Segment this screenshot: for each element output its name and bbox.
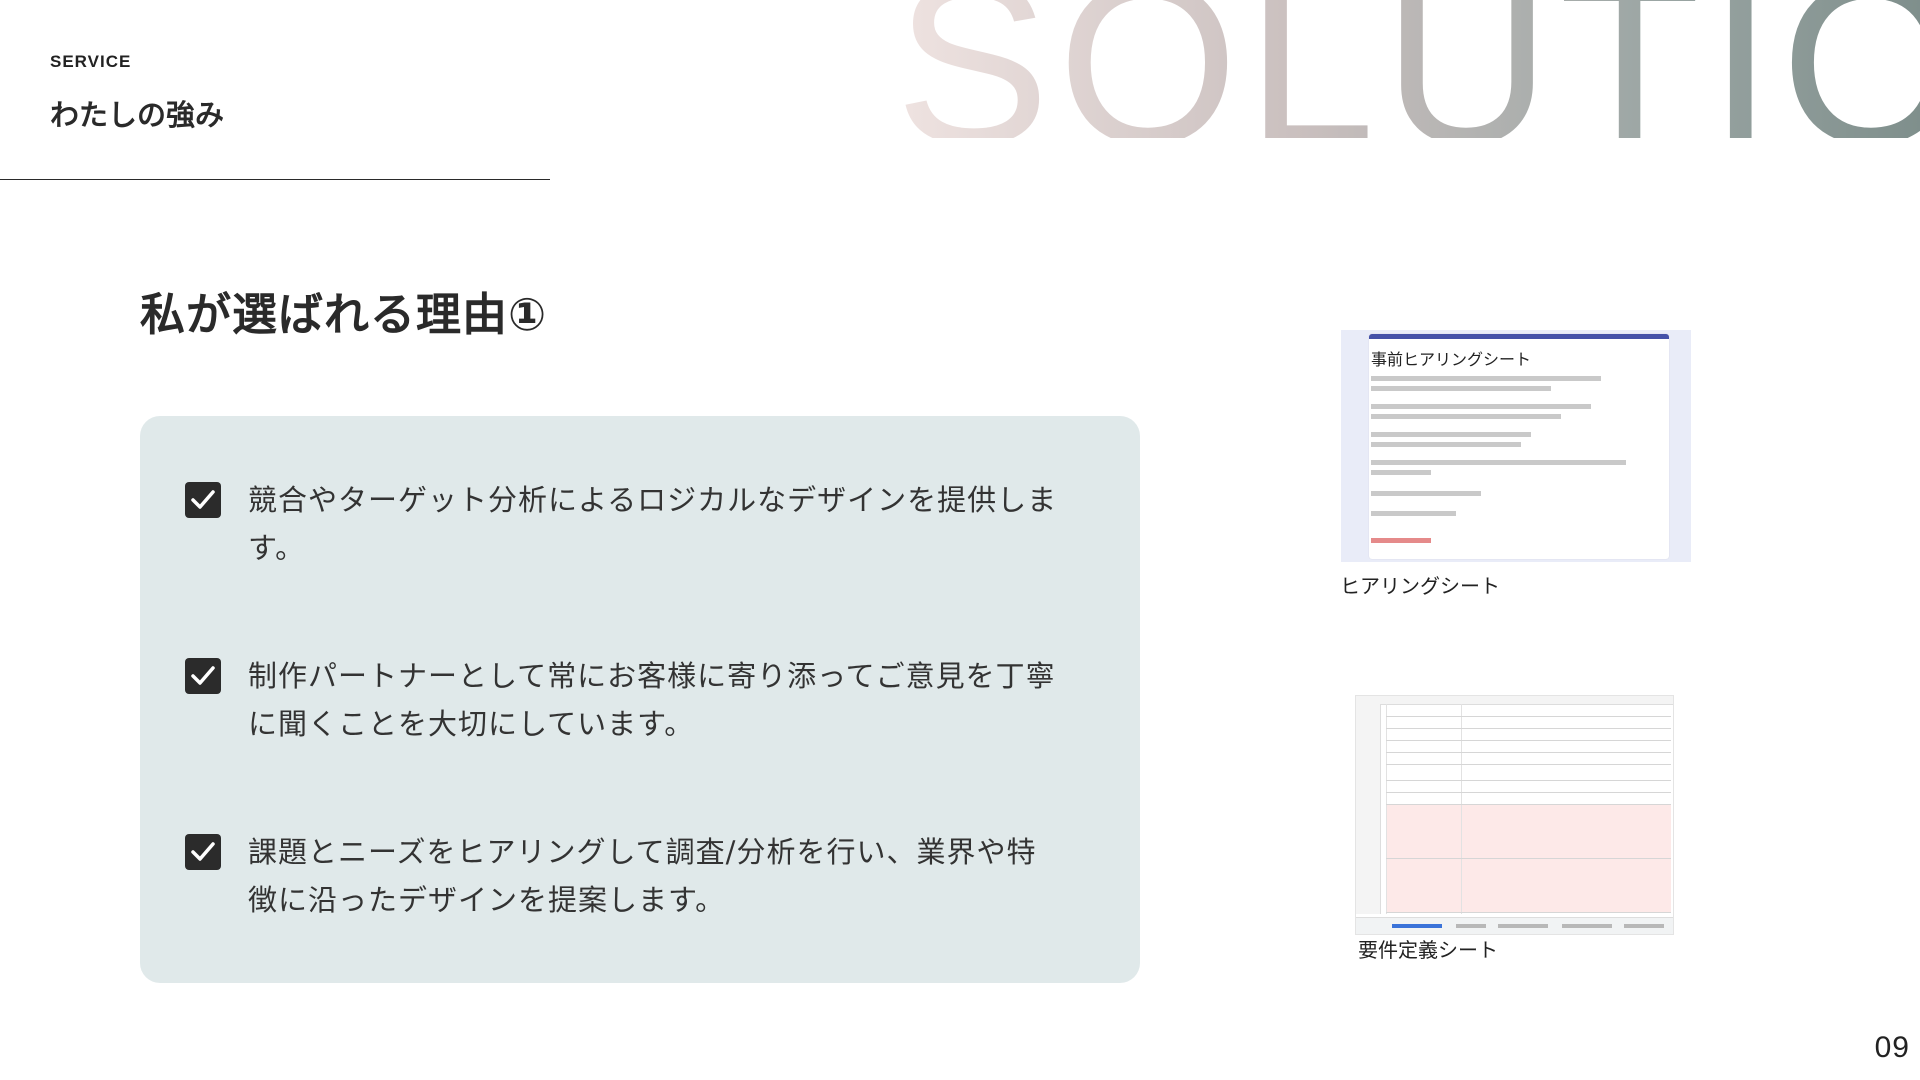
reasons-panel: 競合やターゲット分析によるロジカルなデザインを提供します。 制作パートナーとして… [140,416,1140,983]
spreadsheet-column-header [1356,696,1673,705]
reason-item: 制作パートナーとして常にお客様に寄り添ってご意見を丁寧に聞くことを大切にしていま… [185,652,1065,748]
checkbox-icon [185,834,221,870]
grid-row-line [1386,804,1671,805]
grid-row-line [1386,752,1671,753]
form-required-note [1371,538,1431,543]
reason-text: 制作パートナーとして常にお客様に寄り添ってご意見を丁寧に聞くことを大切にしていま… [248,659,1056,741]
hero-word-text: SOLUTION [895,0,1920,138]
header-divider [0,179,550,180]
grid-row-line [1386,858,1671,859]
grid-row-line [1386,764,1671,765]
grid-row-line [1386,740,1671,741]
spreadsheet-highlight [1386,804,1671,858]
grid-row-line [1386,792,1671,793]
sheet-tab [1562,924,1612,928]
checkbox-icon [185,482,221,518]
form-text-line [1371,491,1481,496]
grid-column-line [1461,704,1462,914]
sheet-tab [1498,924,1548,928]
hearing-sheet-caption: ヒアリングシート [1340,574,1500,598]
reason-text: 課題とニーズをヒアリングして調査/分析を行い、業界や特徴に沿ったデザインを提案し… [248,835,1037,917]
sheet-tab [1624,924,1664,928]
grid-row-line [1386,716,1671,717]
sheet-tab [1392,924,1442,928]
grid-row-line [1386,728,1671,729]
spreadsheet-highlight [1386,858,1671,912]
reason-item: 課題とニーズをヒアリングして調査/分析を行い、業界や特徴に沿ったデザインを提案し… [185,828,1065,924]
hero-word: SOLUTION [895,0,1920,138]
page-number: 09 [1874,1031,1910,1064]
requirements-sheet-caption: 要件定義シート [1358,938,1498,962]
form-title: 事前ヒアリングシート [1371,350,1532,369]
form-text-line [1371,414,1561,419]
form-text-line [1371,432,1531,437]
grid-row-line [1386,912,1671,913]
form-text-line [1371,404,1591,409]
section-eyebrow: SERVICE [50,52,132,71]
checkbox-icon [185,658,221,694]
page-heading: 私が選ばれる理由① [140,288,548,341]
spreadsheet-row-numbers [1356,704,1381,914]
reason-text: 競合やターゲット分析によるロジカルなデザインを提供します。 [248,483,1058,565]
spreadsheet-sheet-tabs [1356,917,1673,934]
section-title: わたしの強み [50,98,225,132]
sheet-tab [1456,924,1486,928]
reason-item: 競合やターゲット分析によるロジカルなデザインを提供します。 [185,476,1065,572]
form-text-line [1371,442,1521,447]
form-text-line [1371,511,1456,516]
form-text-line [1371,386,1551,391]
form-text-line [1371,470,1431,475]
grid-row-line [1386,780,1671,781]
form-text-line [1371,376,1601,381]
requirements-sheet-thumbnail [1355,695,1674,935]
grid-column-line [1386,704,1387,914]
form-text-line [1371,460,1626,465]
